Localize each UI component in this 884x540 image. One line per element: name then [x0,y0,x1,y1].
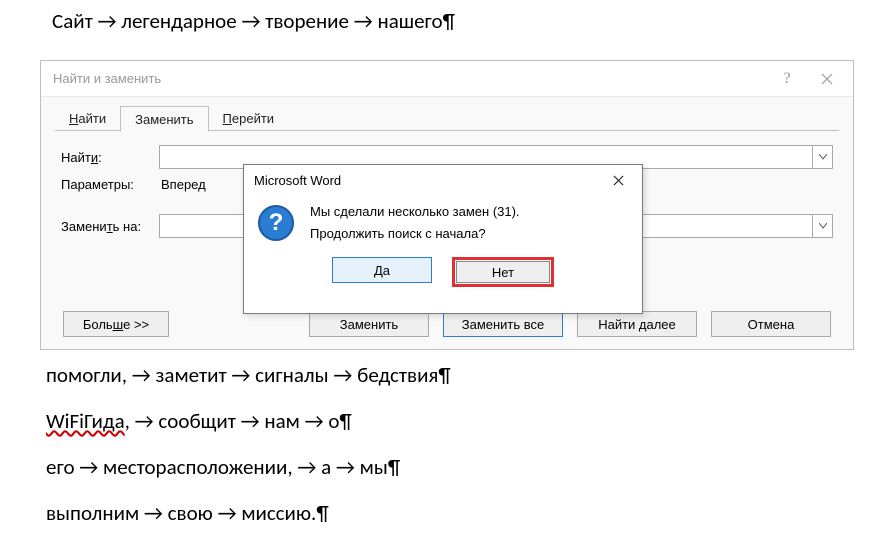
replace-dropdown-button[interactable] [812,215,832,237]
cancel-button[interactable]: Отмена [711,311,831,337]
message-title: Microsoft Word [254,173,598,188]
doc-line-4: его → месторасположении, → а → мы¶ [46,454,400,480]
doc-line-5: выполним → свою → миссию.¶ [46,500,329,526]
doc-line-1: Сайт → легендарное → творение → нашего¶ [52,8,455,34]
doc-line-3: WiFiГида, → сообщит → нам → о¶ [46,408,352,434]
question-icon: ? [258,205,294,241]
doc-line-2: помогли, → заметит → сигналы → бедствия¶ [46,362,451,388]
help-button[interactable]: ? [767,64,807,94]
replace-button[interactable]: Заменить [309,311,429,337]
chevron-down-icon [819,154,827,160]
no-button-highlight: Нет [452,257,554,287]
yes-button[interactable]: Да [332,257,432,283]
params-value: Вперед [159,177,206,192]
params-label: Параметры: [61,177,159,192]
message-close-button[interactable] [598,168,638,192]
find-label: Найти: [61,150,159,165]
tab-bar: Найти Заменить Перейти [55,103,839,131]
spell-error: WiFiГида [46,408,125,434]
replace-all-button[interactable]: Заменить все [443,311,563,337]
message-line-2: Продолжить поиск с начала? [310,223,520,245]
message-titlebar[interactable]: Microsoft Word [244,165,642,195]
message-line-1: Мы сделали несколько замен (31). [310,201,520,223]
more-button[interactable]: Больше >> [63,311,169,337]
close-icon [613,175,624,186]
find-dropdown-button[interactable] [812,146,832,168]
close-icon [821,73,833,85]
chevron-down-icon [819,223,827,229]
tab-find[interactable]: Найти [55,105,120,131]
tab-goto[interactable]: Перейти [209,105,289,131]
dialog-titlebar[interactable]: Найти и заменить ? [41,61,853,97]
find-next-button[interactable]: Найти далее [577,311,697,337]
no-button[interactable]: Нет [456,261,550,283]
dialog-title: Найти и заменить [53,71,161,86]
message-box: Microsoft Word ? Мы сделали несколько за… [243,164,643,314]
tab-replace[interactable]: Заменить [120,106,208,132]
close-button[interactable] [807,64,847,94]
replace-label: Заменить на: [61,219,159,234]
